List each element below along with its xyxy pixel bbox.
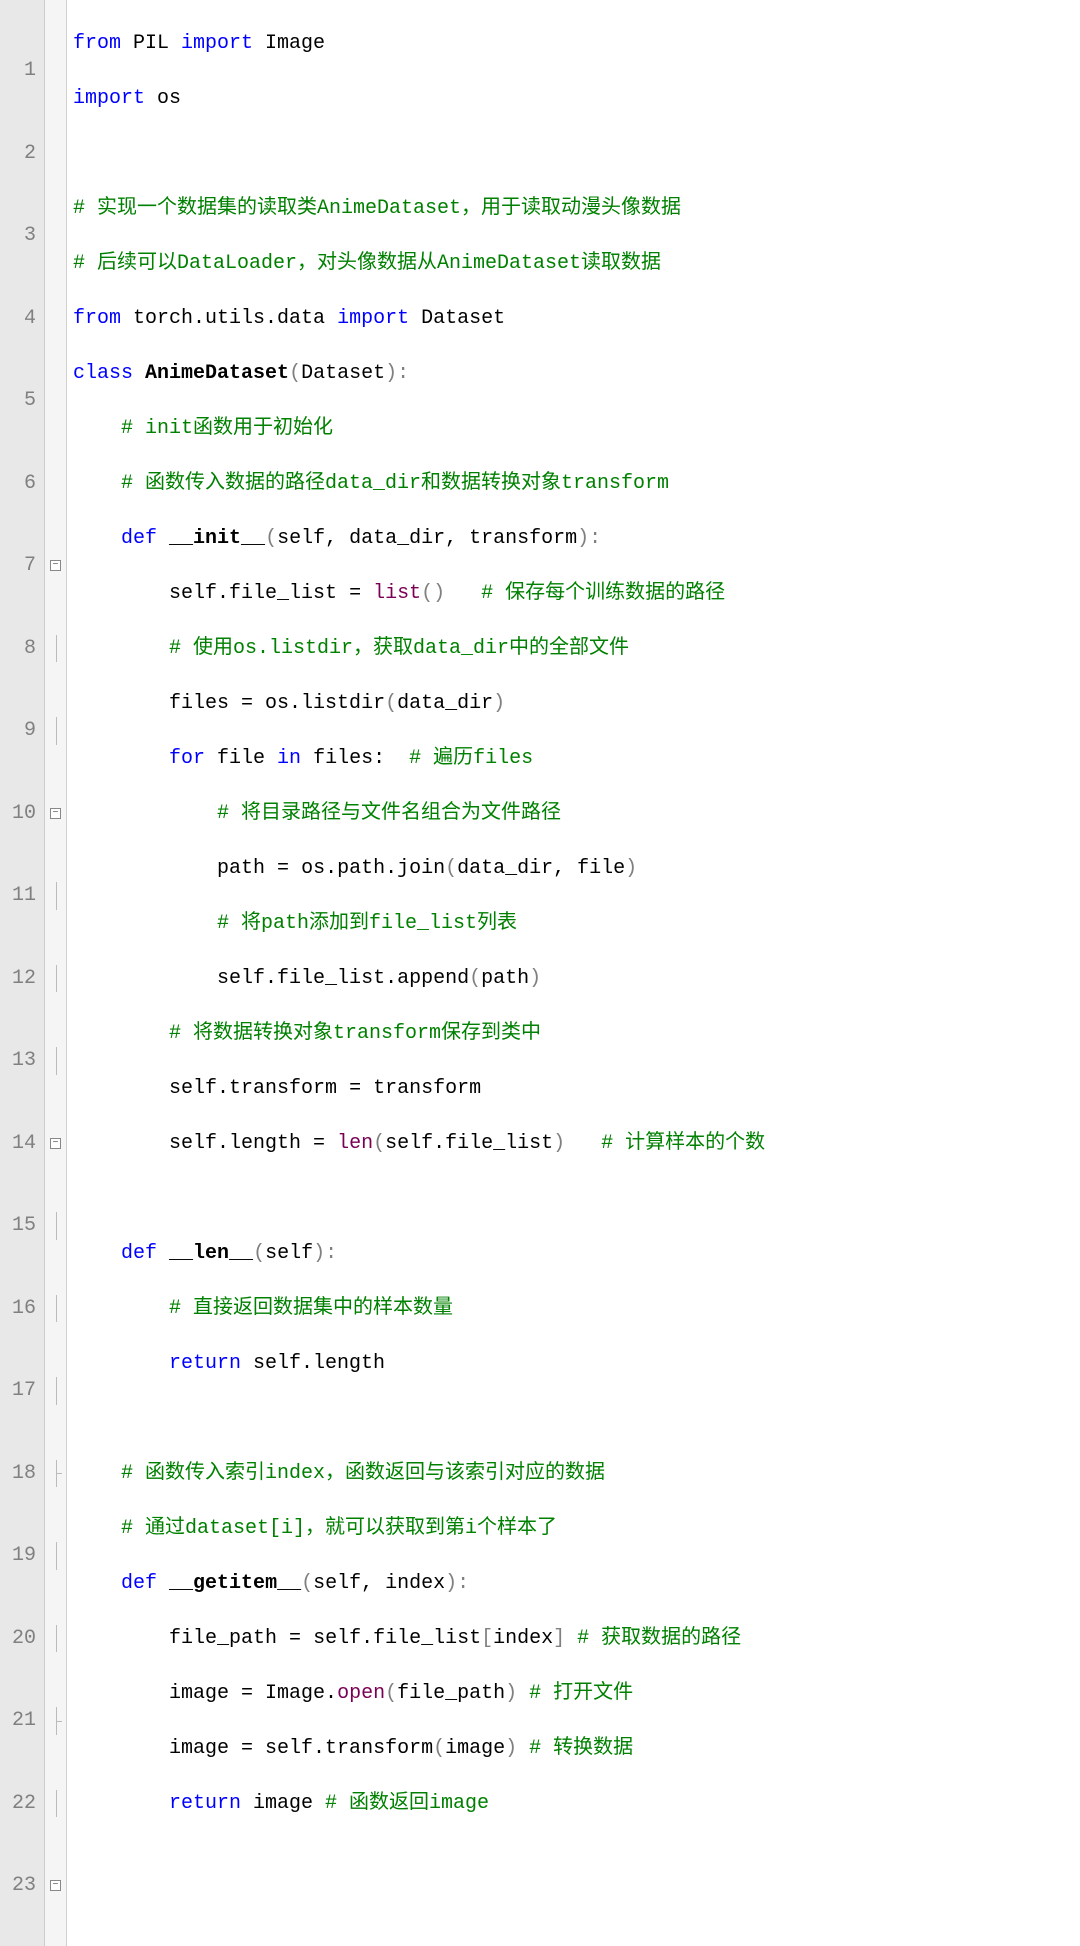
line-number: 8 xyxy=(8,635,36,663)
line-number: 2 xyxy=(8,140,36,168)
code-line[interactable]: # 函数传入索引index，函数返回与该索引对应的数据 xyxy=(73,1460,765,1488)
code-line[interactable]: self.length = len(self.file_list) # 计算样本… xyxy=(73,1130,765,1158)
code-editor[interactable]: from PIL import Image import os # 实现一个数据… xyxy=(67,0,765,1946)
code-line[interactable]: return self.length xyxy=(73,1350,765,1378)
code-line[interactable]: from torch.utils.data import Dataset xyxy=(73,305,765,333)
code-line[interactable] xyxy=(73,1900,765,1928)
fold-toggle-icon[interactable]: − xyxy=(50,1880,61,1891)
code-line[interactable]: # 实现一个数据集的读取类AnimeDataset，用于读取动漫头像数据 xyxy=(73,195,765,223)
code-line[interactable]: class AnimeDataset(Dataset): xyxy=(73,360,765,388)
fold-toggle-icon[interactable]: − xyxy=(50,560,61,571)
line-number: 14 xyxy=(8,1130,36,1158)
code-line[interactable]: for file in files: # 遍历files xyxy=(73,745,765,773)
code-line[interactable]: # 将path添加到file_list列表 xyxy=(73,910,765,938)
line-number: 13 xyxy=(8,1047,36,1075)
code-line[interactable]: image = Image.open(file_path) # 打开文件 xyxy=(73,1680,765,1708)
line-number: 7 xyxy=(8,552,36,580)
code-line[interactable]: self.file_list.append(path) xyxy=(73,965,765,993)
line-number: 20 xyxy=(8,1625,36,1653)
line-number: 15 xyxy=(8,1212,36,1240)
line-number: 3 xyxy=(8,222,36,250)
code-line[interactable]: self.file_list = list() # 保存每个训练数据的路径 xyxy=(73,580,765,608)
code-line[interactable]: self.transform = transform xyxy=(73,1075,765,1103)
code-line[interactable]: def __getitem__(self, index): xyxy=(73,1570,765,1598)
code-line[interactable]: path = os.path.join(data_dir, file) xyxy=(73,855,765,883)
fold-toggle-icon[interactable]: − xyxy=(50,808,61,819)
line-number: 1 xyxy=(8,57,36,85)
code-line[interactable]: # init函数用于初始化 xyxy=(73,415,765,443)
code-line[interactable]: file_path = self.file_list[index] # 获取数据… xyxy=(73,1625,765,1653)
line-number: 11 xyxy=(8,882,36,910)
line-number: 10 xyxy=(8,800,36,828)
line-number: 22 xyxy=(8,1790,36,1818)
line-number: 23 xyxy=(8,1872,36,1900)
code-line[interactable] xyxy=(73,1845,765,1873)
code-line[interactable]: from PIL import Image xyxy=(73,30,765,58)
code-line[interactable]: # 直接返回数据集中的样本数量 xyxy=(73,1295,765,1323)
line-number: 4 xyxy=(8,305,36,333)
code-line[interactable]: # 函数传入数据的路径data_dir和数据转换对象transform xyxy=(73,470,765,498)
code-line[interactable]: # 使用os.listdir，获取data_dir中的全部文件 xyxy=(73,635,765,663)
line-number: 12 xyxy=(8,965,36,993)
fold-gutter: − − − − − xyxy=(45,0,67,1946)
code-line[interactable]: def __init__(self, data_dir, transform): xyxy=(73,525,765,553)
code-line[interactable]: return image # 函数返回image xyxy=(73,1790,765,1818)
line-number-gutter: 1 2 3 4 5 6 7 8 9 10 11 12 13 14 15 16 1… xyxy=(0,0,45,1946)
code-line[interactable]: # 后续可以DataLoader，对头像数据从AnimeDataset读取数据 xyxy=(73,250,765,278)
code-line[interactable] xyxy=(73,1185,765,1213)
code-line[interactable]: files = os.listdir(data_dir) xyxy=(73,690,765,718)
code-line[interactable]: image = self.transform(image) # 转换数据 xyxy=(73,1735,765,1763)
code-line[interactable] xyxy=(73,1405,765,1433)
code-line[interactable] xyxy=(73,140,765,168)
line-number: 21 xyxy=(8,1707,36,1735)
line-number: 9 xyxy=(8,717,36,745)
line-number: 6 xyxy=(8,470,36,498)
line-number: 17 xyxy=(8,1377,36,1405)
line-number: 5 xyxy=(8,387,36,415)
code-line[interactable]: # 通过dataset[i]，就可以获取到第i个样本了 xyxy=(73,1515,765,1543)
code-line[interactable]: # 将数据转换对象transform保存到类中 xyxy=(73,1020,765,1048)
code-line[interactable]: def __len__(self): xyxy=(73,1240,765,1268)
line-number: 19 xyxy=(8,1542,36,1570)
line-number: 18 xyxy=(8,1460,36,1488)
code-line[interactable]: import os xyxy=(73,85,765,113)
fold-toggle-icon[interactable]: − xyxy=(50,1138,61,1149)
code-line[interactable]: # 将目录路径与文件名组合为文件路径 xyxy=(73,800,765,828)
line-number: 16 xyxy=(8,1295,36,1323)
